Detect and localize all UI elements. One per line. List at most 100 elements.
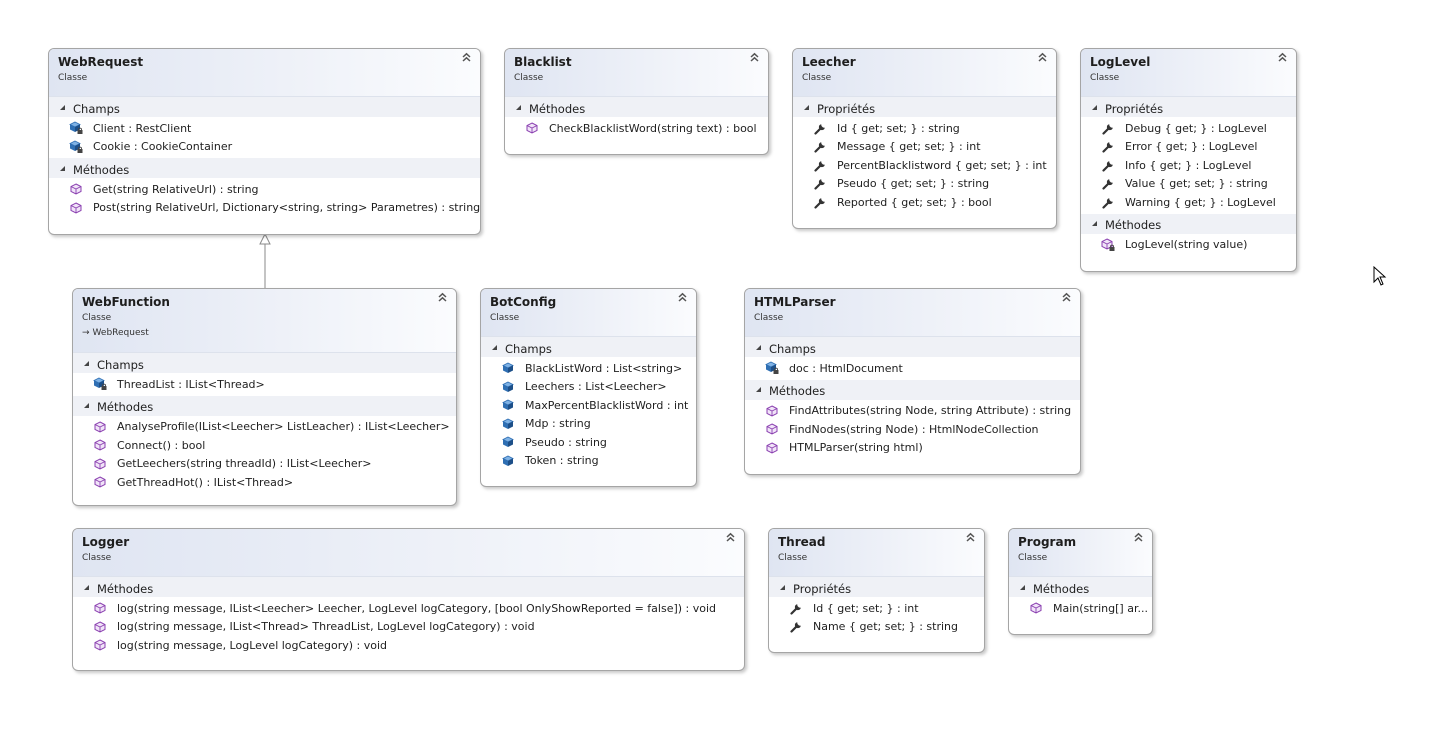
member-item[interactable]: log(string message, LogLevel logCategory… (73, 636, 744, 655)
member-item[interactable]: Value { get; set; } : string (1081, 175, 1296, 194)
section-header[interactable]: Champs (49, 97, 480, 117)
member-item[interactable]: GetThreadHot() : IList<Thread> (73, 473, 456, 492)
expand-triangle-icon[interactable] (83, 582, 91, 596)
expand-triangle-icon[interactable] (803, 102, 811, 116)
expand-triangle-icon[interactable] (83, 400, 91, 414)
member-item[interactable]: GetLeechers(string threadId) : IList<Lee… (73, 455, 456, 474)
class-box-logger[interactable]: Logger Classe Méthodes log(string message, … (72, 528, 745, 671)
section-header[interactable]: Champs (73, 353, 456, 373)
class-header[interactable]: HTMLParser Classe (745, 289, 1080, 337)
member-item[interactable]: CheckBlacklistWord(string text) : bool (505, 119, 768, 138)
member-item[interactable]: BlackListWord : List<string> (481, 359, 696, 378)
member-item[interactable]: Cookie : CookieContainer (49, 138, 480, 157)
member-item[interactable]: Connect() : bool (73, 436, 456, 455)
member-item[interactable]: MaxPercentBlacklistWord : int (481, 396, 696, 415)
expand-triangle-icon[interactable] (1091, 102, 1099, 116)
member-item[interactable]: LogLevel(string value) (1081, 236, 1296, 255)
member-item[interactable]: PercentBlacklistword { get; set; } : int (793, 156, 1056, 175)
class-header[interactable]: Program Classe (1009, 529, 1152, 577)
member-item[interactable]: Token : string (481, 452, 696, 471)
section-header[interactable]: Méthodes (1081, 213, 1296, 234)
collapse-chevron-icon[interactable] (1277, 52, 1288, 65)
member-item[interactable]: doc : HtmlDocument (745, 359, 1080, 378)
section-header[interactable]: Méthodes (49, 158, 480, 178)
member-item[interactable]: Message { get; set; } : int (793, 138, 1056, 157)
member-item[interactable]: Get(string RelativeUrl) : string (49, 180, 480, 199)
expand-triangle-icon[interactable] (515, 102, 523, 116)
expand-triangle-icon[interactable] (491, 342, 499, 356)
member-item[interactable]: Reported { get; set; } : bool (793, 193, 1056, 212)
section-header[interactable]: Méthodes (1009, 577, 1152, 597)
section-header[interactable]: Méthodes (73, 577, 744, 597)
member-item[interactable]: Client : RestClient (49, 119, 480, 138)
collapse-chevron-icon[interactable] (437, 292, 448, 305)
member-item[interactable]: Debug { get; } : LogLevel (1081, 119, 1296, 138)
section-header[interactable]: Propriétés (769, 577, 984, 597)
expand-triangle-icon[interactable] (59, 163, 67, 177)
class-header[interactable]: BotConfig Classe (481, 289, 696, 337)
collapse-chevron-icon[interactable] (1037, 52, 1048, 65)
class-box-loglevel[interactable]: LogLevel Classe Propriétés Debug { get; } :… (1080, 48, 1297, 272)
class-box-webrequest[interactable]: WebRequest Classe Champs Client : RestClien… (48, 48, 481, 235)
member-item[interactable]: HTMLParser(string html) (745, 439, 1080, 458)
class-header[interactable]: Logger Classe (73, 529, 744, 577)
member-item[interactable]: FindAttributes(string Node, string Attri… (745, 402, 1080, 421)
class-header[interactable]: Leecher Classe (793, 49, 1056, 97)
member-item[interactable]: Mdp : string (481, 415, 696, 434)
member-item[interactable]: FindNodes(string Node) : HtmlNodeCollect… (745, 420, 1080, 439)
expand-triangle-icon[interactable] (755, 384, 763, 398)
class-box-botconfig[interactable]: BotConfig Classe Champs BlackListWord : Lis… (480, 288, 697, 487)
member-item[interactable]: Error { get; } : LogLevel (1081, 138, 1296, 157)
member-item[interactable]: AnalyseProfile(IList<Leecher> ListLeache… (73, 418, 456, 437)
member-item[interactable]: Info { get; } : LogLevel (1081, 156, 1296, 175)
class-header[interactable]: Blacklist Classe (505, 49, 768, 97)
class-box-webfunction[interactable]: WebFunction Classe → WebRequest Champs Thread… (72, 288, 457, 506)
collapse-chevron-icon[interactable] (749, 52, 760, 65)
member-item[interactable]: Post(string RelativeUrl, Dictionary<stri… (49, 199, 480, 218)
method-icon (765, 422, 779, 436)
member-item[interactable]: Main(string[] ar... (1009, 599, 1152, 618)
section-header[interactable]: Propriétés (1081, 97, 1296, 117)
class-box-leecher[interactable]: Leecher Classe Propriétés Id { get; set; } … (792, 48, 1057, 229)
collapse-chevron-icon[interactable] (461, 52, 472, 65)
section-header[interactable]: Propriétés (793, 97, 1056, 117)
expand-triangle-icon[interactable] (59, 102, 67, 116)
expand-triangle-icon[interactable] (1019, 582, 1027, 596)
class-name: Thread (778, 535, 826, 549)
member-item[interactable]: log(string message, IList<Leecher> Leech… (73, 599, 744, 618)
member-item[interactable]: log(string message, IList<Thread> Thread… (73, 618, 744, 637)
class-box-program[interactable]: Program Classe Méthodes Main(string[] ar... (1008, 528, 1153, 635)
section-header[interactable]: Champs (745, 337, 1080, 357)
section-header[interactable]: Méthodes (505, 97, 768, 117)
section-header[interactable]: Méthodes (745, 379, 1080, 400)
member-item[interactable]: ThreadList : IList<Thread> (73, 375, 456, 394)
member-item[interactable]: Warning { get; } : LogLevel (1081, 193, 1296, 212)
member-item[interactable]: Id { get; set; } : int (769, 599, 984, 618)
class-box-blacklist[interactable]: Blacklist Classe Méthodes CheckBlacklistWor… (504, 48, 769, 155)
expand-triangle-icon[interactable] (1091, 218, 1099, 232)
collapse-chevron-icon[interactable] (1133, 532, 1144, 545)
member-item[interactable]: Name { get; set; } : string (769, 618, 984, 637)
class-box-htmlparser[interactable]: HTMLParser Classe Champs doc : HtmlDocument… (744, 288, 1081, 475)
member-item[interactable]: Leechers : List<Leecher> (481, 378, 696, 397)
expand-triangle-icon[interactable] (83, 358, 91, 372)
expand-triangle-icon[interactable] (779, 582, 787, 596)
member-item[interactable]: Pseudo : string (481, 433, 696, 452)
collapse-chevron-icon[interactable] (1061, 292, 1072, 305)
collapse-chevron-icon[interactable] (677, 292, 688, 305)
section-header[interactable]: Champs (481, 337, 696, 357)
expand-triangle-icon[interactable] (755, 342, 763, 356)
section-header[interactable]: Méthodes (73, 395, 456, 416)
member-item[interactable]: Pseudo { get; set; } : string (793, 175, 1056, 194)
class-diagram-canvas[interactable]: WebRequest Classe Champs Client : RestClien… (0, 0, 1452, 739)
collapse-chevron-icon[interactable] (965, 532, 976, 545)
class-box-thread[interactable]: Thread Classe Propriétés Id { get; set; } :… (768, 528, 985, 653)
class-header[interactable]: WebFunction Classe → WebRequest (73, 289, 456, 353)
class-header[interactable]: WebRequest Classe (49, 49, 480, 97)
field-icon (501, 380, 515, 394)
member-label: Id { get; set; } : int (813, 601, 919, 615)
class-header[interactable]: Thread Classe (769, 529, 984, 577)
class-header[interactable]: LogLevel Classe (1081, 49, 1296, 97)
member-item[interactable]: Id { get; set; } : string (793, 119, 1056, 138)
collapse-chevron-icon[interactable] (725, 532, 736, 545)
